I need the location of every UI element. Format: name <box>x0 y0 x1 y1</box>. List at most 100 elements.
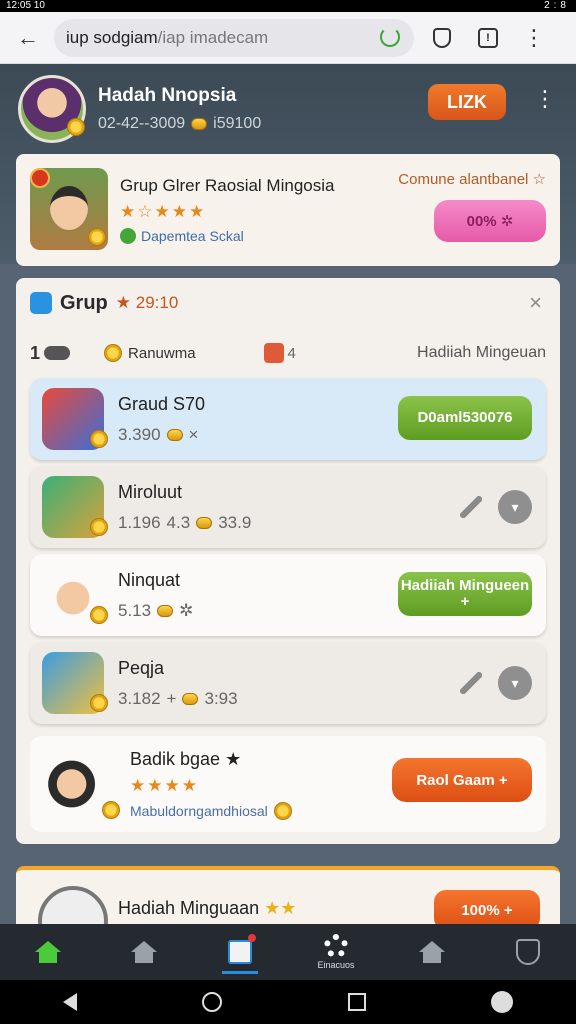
item-name: Ninquat <box>118 569 181 590</box>
active-indicator <box>222 971 258 974</box>
item-name: Miroluut <box>118 481 183 502</box>
shield-icon[interactable] <box>424 20 460 56</box>
item-info: Ninquat 5.13 ✲ <box>118 570 193 621</box>
group-icon <box>30 292 52 314</box>
profile-header: Hadah Nnopsia 02-42--3009 i59100 LIZK ⋮ <box>18 72 558 146</box>
coin-icon <box>196 516 213 529</box>
coin-icon <box>90 606 108 624</box>
nav-shield[interactable] <box>498 924 558 980</box>
badge-icon <box>30 168 50 188</box>
coin-icon <box>88 228 106 246</box>
back-arrow-icon[interactable]: ← <box>12 22 44 54</box>
home-circle-icon[interactable] <box>202 992 223 1012</box>
item-subtitle: Mabuldorngamdhiosal <box>130 801 292 820</box>
list-icon <box>228 940 252 964</box>
coin-icon <box>104 344 123 362</box>
more-options-icon[interactable]: ⋮ <box>534 86 556 112</box>
nav-home[interactable] <box>18 924 78 980</box>
item-info: Badik bgae ★ ★★★★ Mabuldorngamdhiosal <box>130 749 292 820</box>
featured-group-card[interactable]: Grup Glrer Raosial Mingosia ★☆★★★ Dapemt… <box>16 154 560 266</box>
item-thumbnail <box>42 564 108 626</box>
edit-icon[interactable] <box>460 672 482 694</box>
weekly-reward-label[interactable]: Hadiiah Mingeuan <box>417 344 546 362</box>
browser-toolbar: ← iup sodgiam/iap imadecam ! ⋮ <box>0 12 576 64</box>
play-button[interactable]: Raol Gaam + <box>392 758 532 802</box>
profile-info: Hadah Nnopsia 02-42--3009 i59100 <box>98 85 261 133</box>
weekly-reward-title: Hadiah Minguaan ★★ <box>118 898 297 918</box>
coin-icon <box>67 118 85 136</box>
recents-icon[interactable] <box>347 993 366 1011</box>
browser-menu-icon[interactable]: ⋮ <box>516 20 552 56</box>
list-item[interactable]: Peqja 3.182 + 3:93 ▾ <box>30 642 546 724</box>
coin-icon <box>90 518 108 536</box>
coin-icon <box>191 118 208 130</box>
group-title: Grup <box>60 291 108 314</box>
item-stats: 3.390 × <box>118 424 199 444</box>
coin-filter[interactable]: Ranuwma <box>104 344 196 362</box>
item-name: Badik bgae ★ <box>130 748 242 769</box>
check-icon <box>120 228 136 244</box>
tab-switcher-button[interactable]: ! <box>470 20 506 56</box>
nav-list[interactable] <box>210 924 270 980</box>
reload-icon[interactable] <box>380 26 400 47</box>
badge-icon <box>263 343 284 363</box>
group-panel: Grup ★ 29:10 × 1 Ranuwma 4 Hadiiah Minge… <box>16 278 560 844</box>
group-meta: ★ 29:10 <box>115 293 179 312</box>
item-thumbnail <box>42 652 108 714</box>
url-host: iup sodgiam <box>66 27 158 47</box>
list-item[interactable]: Ninquat 5.13 ✲ Hadiiah Mingueen + <box>30 554 546 636</box>
item-name: Peqja <box>118 657 165 678</box>
weekly-reward-button[interactable]: Hadiiah Mingueen + <box>398 572 532 616</box>
nav-settings[interactable]: Einacuos <box>306 924 366 980</box>
featured-group-actions: Comune alantbanel ☆ 00% ✲ <box>398 170 546 242</box>
profile-name: Hadah Nnopsia <box>98 85 237 106</box>
badge-filter[interactable]: 4 <box>263 343 296 363</box>
avatar[interactable] <box>18 75 86 143</box>
featured-group-info: Grup Glrer Raosial Mingosia ★☆★★★ Dapemt… <box>120 168 376 252</box>
item-info: Graud S70 3.390 × <box>118 394 205 445</box>
bottom-navigation: Einacuos <box>0 924 576 980</box>
featured-group-title: Grup Glrer Raosial Mingosia <box>120 176 335 195</box>
level-button[interactable]: LIZK <box>428 84 506 120</box>
coin-icon <box>90 694 108 712</box>
notification-dot <box>248 934 256 942</box>
group-filter-row: 1 Ranuwma 4 Hadiiah Mingeuan <box>30 340 546 366</box>
store-icon <box>419 941 445 963</box>
address-bar[interactable]: iup sodgiam/iap imadecam <box>54 18 414 57</box>
list-item[interactable]: Miroluut 1.196 4.3 33.9 ▾ <box>30 466 546 548</box>
coin-icon <box>102 801 120 819</box>
chevron-down-icon[interactable]: ▾ <box>498 490 532 524</box>
chevron-down-icon[interactable]: ▾ <box>498 666 532 700</box>
edit-icon[interactable] <box>460 496 482 518</box>
close-icon[interactable]: × <box>529 290 542 316</box>
status-time: 12:05 10 <box>6 0 45 11</box>
coin-icon <box>273 801 292 820</box>
back-icon[interactable] <box>62 993 77 1011</box>
item-tools: ▾ <box>460 490 532 524</box>
claim-button[interactable]: D0aml530076 <box>398 396 532 440</box>
url-path: /iap imadecam <box>157 27 269 47</box>
status-icons: 2:8 <box>544 0 570 11</box>
assistant-icon[interactable] <box>491 991 514 1013</box>
coin-icon <box>157 604 174 617</box>
profile-stats: 02-42--3009 i59100 <box>98 115 262 132</box>
nav-home-alt[interactable] <box>114 924 174 980</box>
verified-label: Dapemtea Sckal <box>120 228 376 244</box>
item-thumbnail <box>42 747 120 821</box>
list-item[interactable]: Graud S70 3.390 × D0aml530076 <box>30 378 546 460</box>
rank-icon <box>44 346 71 360</box>
gear-icon <box>324 934 348 958</box>
item-stats: 1.196 4.3 33.9 <box>118 512 252 532</box>
item-name: Graud S70 <box>118 393 206 414</box>
home-icon <box>35 941 61 963</box>
item-stats: 5.13 ✲ <box>118 600 194 620</box>
list-item[interactable]: Badik bgae ★ ★★★★ Mabuldorngamdhiosal Ra… <box>30 736 546 832</box>
coin-icon <box>90 430 108 448</box>
coin-icon <box>166 428 183 441</box>
shield-icon <box>516 939 540 965</box>
nav-store[interactable] <box>402 924 462 980</box>
item-thumbnail <box>42 388 108 450</box>
progress-button[interactable]: 00% ✲ <box>434 200 546 242</box>
system-navigation <box>0 980 576 1024</box>
rating-stars: ★★ <box>264 898 297 918</box>
